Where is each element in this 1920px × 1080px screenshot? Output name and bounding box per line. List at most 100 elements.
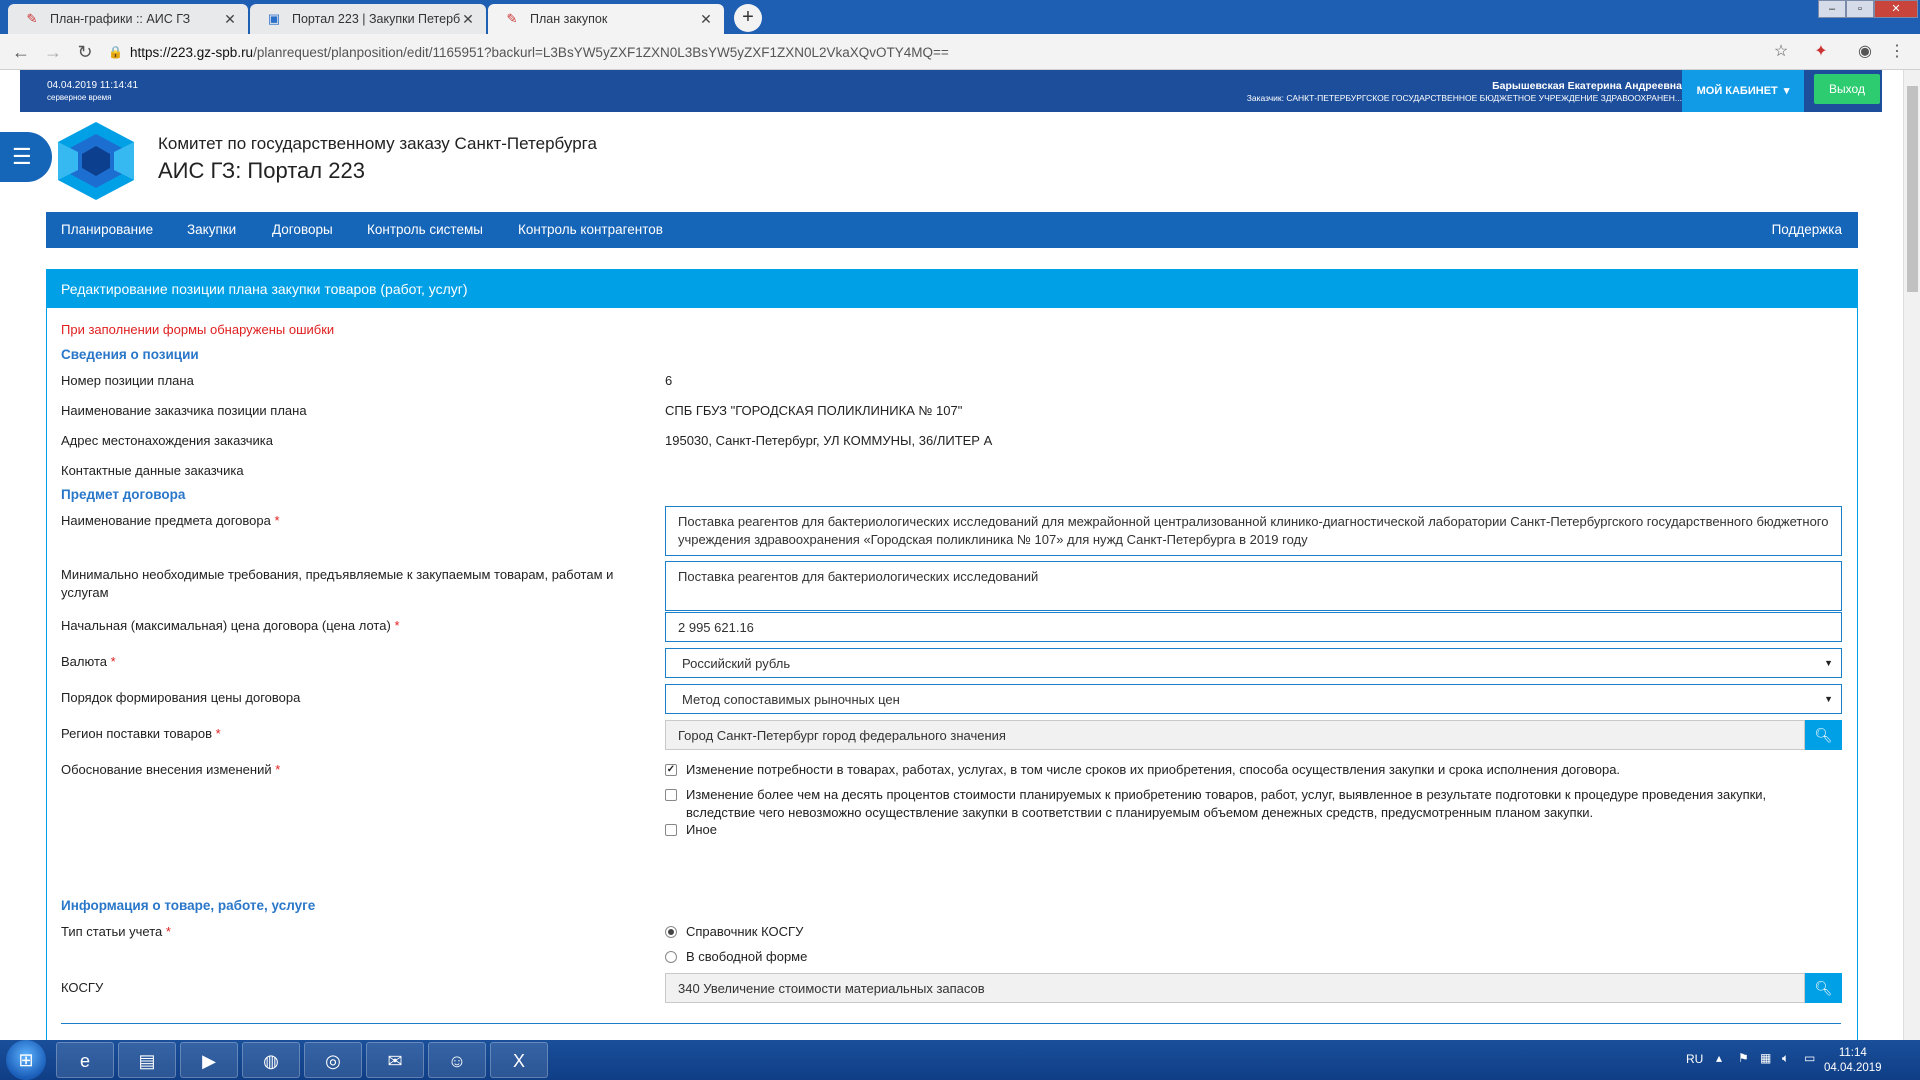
reason-option-1: Изменение потребности в товарах, работах… [686, 762, 1621, 777]
change-reason-label-text: Обоснование внесения изменений [61, 762, 272, 777]
subject-textarea[interactable]: Поставка реагентов для бактериологически… [665, 506, 1842, 556]
currency-label: Валюта * [61, 653, 116, 671]
required-marker: * [274, 513, 280, 528]
kosgu-search-button[interactable]: 🔍︎ [1805, 973, 1842, 1003]
minimize-window-button[interactable]: – [1818, 0, 1846, 18]
nav-purchases[interactable]: Закупки [187, 212, 236, 248]
action-center-flag-icon[interactable]: ⚑ [1738, 1051, 1749, 1065]
file-explorer-icon[interactable]: ▤ [118, 1042, 176, 1078]
region-label-text: Регион поставки товаров [61, 726, 213, 741]
section-position-info: Сведения о позиции [61, 347, 199, 362]
tray-expand-icon[interactable]: ▴ [1716, 1051, 1722, 1065]
user-name: Барышевская Екатерина Андреевна [1492, 80, 1682, 92]
site-top-strip: 04.04.2019 11:14:41 серверное время Бары… [20, 70, 1882, 112]
account-type-radio-kosgu[interactable] [665, 926, 677, 938]
site-favicon-icon: ✎ [506, 11, 518, 26]
nav-support[interactable]: Поддержка [1772, 212, 1842, 248]
kosgu-input[interactable]: 340 Увеличение стоимости материальных за… [665, 973, 1805, 1003]
dropdown-arrow-icon: ▼ [1824, 658, 1833, 668]
start-button[interactable]: ⊞ [6, 1040, 46, 1080]
hamburger-menu-icon[interactable]: ☰ [0, 132, 52, 182]
price-input[interactable]: 2 995 621.16 [665, 612, 1842, 642]
browser-tab[interactable]: ✎ План-графики :: АИС ГЗ ✕ [8, 4, 248, 34]
browser-tab[interactable]: ▣ Портал 223 | Закупки Петербург ✕ [250, 4, 486, 34]
region-label: Регион поставки товаров * [61, 725, 221, 743]
browser-menu-icon[interactable]: ⋮ [1886, 41, 1908, 63]
reason-checkbox-2[interactable] [665, 789, 677, 801]
outlook-icon[interactable]: ✉ [366, 1042, 424, 1078]
lock-icon: 🔒 [108, 45, 123, 59]
media-player-icon[interactable]: ▶ [180, 1042, 238, 1078]
region-input[interactable]: Город Санкт-Петербург город федерального… [665, 720, 1805, 750]
back-arrow-icon[interactable]: ← [10, 41, 32, 63]
panel-title: Редактирование позиции плана закупки тов… [47, 270, 1857, 308]
excel-icon[interactable]: X [490, 1042, 548, 1078]
tray-app-icon[interactable]: ▦ [1760, 1051, 1771, 1065]
logout-button[interactable]: Выход [1814, 74, 1880, 104]
reason-checkbox-1[interactable]: ✓ [665, 764, 677, 776]
close-tab-icon[interactable]: ✕ [460, 11, 476, 28]
currency-label-text: Валюта [61, 654, 107, 669]
reason-option-2: Изменение более чем на десять процентов … [686, 787, 1767, 820]
requirements-textarea[interactable]: Поставка реагентов для бактериологически… [665, 561, 1842, 611]
reason-checkbox-3[interactable] [665, 824, 677, 836]
subject-label-text: Наименование предмета договора [61, 513, 271, 528]
tab-label: План закупок [530, 12, 608, 26]
scrollbar-thumb[interactable] [1907, 86, 1918, 292]
account-type-radio-free[interactable] [665, 951, 677, 963]
extension-icon[interactable]: ✦ [1810, 41, 1832, 63]
price-label-text: Начальная (максимальная) цена договора (… [61, 618, 391, 633]
bookmark-star-icon[interactable]: ☆ [1770, 41, 1792, 63]
required-marker: * [110, 654, 116, 669]
account-type-option-free: В свободной форме [686, 949, 808, 964]
forward-arrow-icon[interactable]: → [42, 41, 64, 63]
nav-contracts[interactable]: Договоры [272, 212, 333, 248]
server-time-value: 04.04.2019 11:14:41 [47, 80, 139, 91]
firefox-icon[interactable]: ◍ [242, 1042, 300, 1078]
profile-icon[interactable]: ◉ [1854, 41, 1876, 63]
language-indicator[interactable]: RU [1686, 1052, 1703, 1066]
chrome-icon[interactable]: ◎ [304, 1042, 362, 1078]
change-reason-label: Обоснование внесения изменений * [61, 761, 280, 779]
account-type-option-kosgu: Справочник КОСГУ [686, 924, 804, 939]
search-icon: 🔍︎ [1814, 980, 1833, 996]
page-scrollbar[interactable] [1903, 70, 1920, 1040]
tab-label: Портал 223 | Закупки Петербург [292, 12, 460, 26]
reload-icon[interactable]: ↻ [74, 41, 96, 63]
close-tab-icon[interactable]: ✕ [698, 11, 714, 28]
maximize-window-button[interactable]: ▫ [1846, 0, 1874, 18]
close-window-button[interactable]: ✕ [1874, 0, 1918, 18]
nav-system-control[interactable]: Контроль системы [367, 212, 483, 248]
windows-taskbar: ⊞ e ▤ ▶ ◍ ◎ ✉ ☺ X RU ▴ ⚑ ▦ 🔈︎ ▭ 11:14 04… [0, 1040, 1920, 1080]
tab-label: План-графики :: АИС ГЗ [50, 12, 191, 26]
region-search-button[interactable]: 🔍︎ [1805, 720, 1842, 750]
reason-option-3: Иное [686, 822, 717, 837]
taskbar-clock[interactable]: 11:14 04.04.2019 [1824, 1046, 1882, 1076]
caret-down-icon: ▾ [1780, 85, 1790, 97]
new-tab-button[interactable]: + [734, 4, 762, 32]
app-icon[interactable]: ☺ [428, 1042, 486, 1078]
nav-planning[interactable]: Планирование [61, 212, 153, 248]
internet-explorer-icon[interactable]: e [56, 1042, 114, 1078]
my-cabinet-label: МОЙ КАБИНЕТ [1696, 85, 1778, 97]
section-contract-subject: Предмет договора [61, 487, 186, 502]
url-field[interactable]: 🔒 https://223.gz-spb.ru/planrequest/plan… [108, 39, 1778, 65]
pricing-method-label: Порядок формирования цены договора [61, 690, 301, 705]
close-tab-icon[interactable]: ✕ [222, 11, 238, 28]
user-info: Барышевская Екатерина Андреевна Заказчик… [1247, 80, 1682, 104]
nav-counterparty-control[interactable]: Контроль контрагентов [518, 212, 663, 248]
position-number-label: Номер позиции плана [61, 373, 194, 388]
currency-select[interactable]: Российский рубль ▼ [665, 648, 1842, 678]
form-error-message: При заполнении формы обнаружены ошибки [61, 322, 335, 337]
contacts-label: Контактные данные заказчика [61, 463, 244, 478]
my-cabinet-button[interactable]: МОЙ КАБИНЕТ ▾ [1682, 70, 1804, 112]
pricing-method-select[interactable]: Метод сопоставимых рыночных цен ▼ [665, 684, 1842, 714]
customer-name-value: СПБ ГБУЗ "ГОРОДСКАЯ ПОЛИКЛИНИКА № 107" [665, 403, 963, 418]
network-icon[interactable]: ▭ [1804, 1051, 1815, 1065]
browser-tab-active[interactable]: ✎ План закупок ✕ [488, 4, 724, 34]
page-viewport: 04.04.2019 11:14:41 серверное время Бары… [0, 70, 1920, 1040]
volume-icon[interactable]: 🔈︎ [1782, 1051, 1789, 1066]
account-type-label: Тип статьи учета * [61, 923, 171, 941]
currency-value: Российский рубль [682, 656, 791, 671]
requirements-label: Минимально необходимые требования, предъ… [61, 567, 614, 600]
